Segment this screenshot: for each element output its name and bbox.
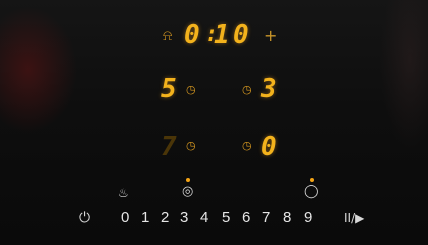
bridge-zone-icon[interactable]: ◯ xyxy=(304,184,319,199)
zone-front-right-level[interactable]: 3 xyxy=(261,76,277,102)
power-icon[interactable]: ⏻ xyxy=(79,210,90,226)
slider-level-9[interactable]: 9 xyxy=(304,209,312,226)
timer-digit-2: 1 xyxy=(214,20,230,50)
timer-digit-3: 0 xyxy=(233,20,249,50)
pause-play-icon[interactable]: II/▶ xyxy=(344,211,364,225)
cooktop-control-panel: ⍾ 0 : 1 0 + 5 ◷ ◷ 3 7 ◷ ◷ 0 ♨ ◎ ◯ ⏻ 0 1 … xyxy=(0,0,428,245)
zone-rear-right-level[interactable]: 0 xyxy=(261,134,277,160)
slider-level-4[interactable]: 4 xyxy=(200,209,208,226)
zone-front-right-clock-icon[interactable]: ◷ xyxy=(242,83,252,96)
slider-level-0[interactable]: 0 xyxy=(121,209,129,226)
slider-level-7[interactable]: 7 xyxy=(262,209,270,226)
zone-rear-left-level[interactable]: 7 xyxy=(161,134,177,160)
slider-level-6[interactable]: 6 xyxy=(242,209,250,226)
zone-rear-right-clock-icon[interactable]: ◷ xyxy=(242,139,252,152)
zone-select-icon[interactable]: ◎ xyxy=(182,184,193,199)
slider-level-5[interactable]: 5 xyxy=(222,209,230,226)
slider-level-8[interactable]: 8 xyxy=(283,209,291,226)
timer-digit-1: 0 xyxy=(184,20,200,50)
slider-level-3[interactable]: 3 xyxy=(180,209,188,226)
zone-front-left-level[interactable]: 5 xyxy=(161,76,177,102)
bell-icon[interactable]: ⍾ xyxy=(163,28,172,44)
timer-plus-button[interactable]: + xyxy=(264,26,277,45)
keep-warm-icon[interactable]: ♨ xyxy=(118,186,129,200)
slider-level-2[interactable]: 2 xyxy=(161,209,169,226)
slider-level-1[interactable]: 1 xyxy=(141,209,149,226)
bridge-zone-indicator-dot xyxy=(310,178,314,182)
zone-select-indicator-dot xyxy=(186,178,190,182)
zone-front-left-clock-icon[interactable]: ◷ xyxy=(186,83,196,96)
zone-rear-left-clock-icon[interactable]: ◷ xyxy=(186,139,196,152)
